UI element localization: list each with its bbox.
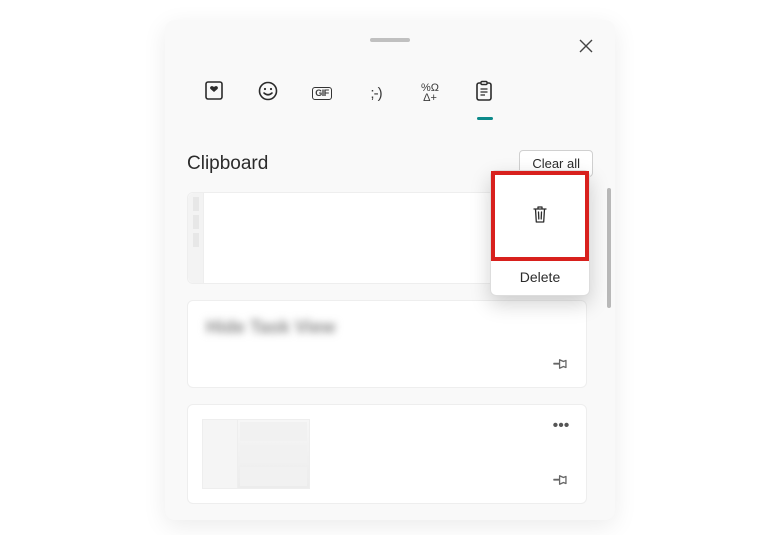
symbols-icon: %ΩΔ+ xyxy=(421,83,439,103)
item-text: Hide Task View xyxy=(198,311,576,344)
clipboard-icon xyxy=(474,80,494,107)
category-tabs: GIF ;-) %ΩΔ+ xyxy=(201,80,497,106)
more-button[interactable]: ••• xyxy=(548,415,574,437)
trash-icon xyxy=(531,204,549,229)
gif-tab[interactable]: GIF xyxy=(309,80,335,106)
more-icon: ••• xyxy=(553,418,570,434)
item-thumbnail xyxy=(198,415,576,493)
pin-icon xyxy=(553,356,569,377)
section-title: Clipboard xyxy=(187,153,268,175)
recent-tab[interactable] xyxy=(201,80,227,106)
item-thumbnail xyxy=(188,193,204,283)
close-icon xyxy=(579,37,593,58)
symbols-tab[interactable]: %ΩΔ+ xyxy=(417,80,443,106)
close-button[interactable] xyxy=(571,32,601,62)
clipboard-item-3[interactable]: ••• xyxy=(187,404,587,504)
context-menu: Delete xyxy=(490,170,590,296)
kaomoji-tab[interactable]: ;-) xyxy=(363,80,389,106)
delete-label: Delete xyxy=(491,261,589,295)
scrollbar[interactable] xyxy=(607,188,611,308)
delete-menu-item[interactable] xyxy=(491,171,589,261)
emoji-tab[interactable] xyxy=(255,80,281,106)
pin-icon xyxy=(553,472,569,493)
smiley-icon xyxy=(257,80,279,107)
pin-button[interactable] xyxy=(550,355,572,377)
clipboard-tab[interactable] xyxy=(471,80,497,106)
drag-handle[interactable] xyxy=(370,38,410,42)
clipboard-item-2[interactable]: Hide Task View xyxy=(187,300,587,388)
pin-button[interactable] xyxy=(550,471,572,493)
kaomoji-icon: ;-) xyxy=(370,85,381,102)
heart-note-icon xyxy=(203,80,225,107)
gif-icon: GIF xyxy=(312,87,332,100)
